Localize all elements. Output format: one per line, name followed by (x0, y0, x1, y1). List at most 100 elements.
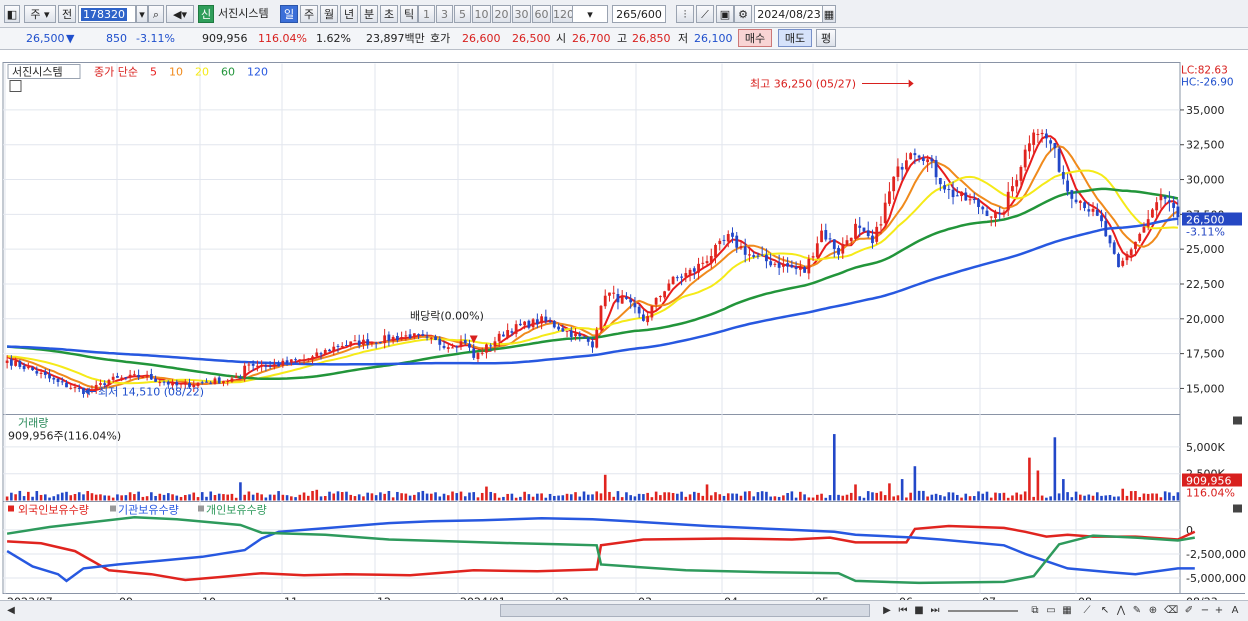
chart-type-icon[interactable]: ◧ (4, 5, 20, 23)
volume-bar (875, 492, 879, 501)
text-icon[interactable]: A (1228, 603, 1242, 618)
tab-period-1[interactable]: 주 (300, 5, 318, 23)
play-icon[interactable]: ▶ (880, 603, 894, 618)
candle-body (1011, 186, 1014, 192)
interval-button-30[interactable]: 30 (512, 5, 531, 23)
volume-bar (336, 491, 340, 501)
pen-icon[interactable]: ✐ (1182, 603, 1196, 618)
tab-period-3[interactable]: 년 (340, 5, 358, 23)
zoom-slider[interactable] (948, 610, 1018, 612)
candle-body (404, 335, 408, 337)
candle-body (260, 365, 264, 367)
interval-button-3[interactable]: 3 (436, 5, 453, 23)
candle-body (858, 225, 862, 228)
sin-badge: 신 (198, 5, 214, 23)
tab-period-2[interactable]: 월 (320, 5, 338, 23)
copy-icon[interactable]: ⧉ (1028, 603, 1042, 618)
volume-bar (311, 490, 314, 501)
legend-ma10: 10 (169, 66, 183, 79)
settings-gear-icon[interactable]: ⚙ (734, 5, 752, 23)
zoom-in-icon[interactable]: ⊕ (1146, 603, 1160, 618)
candle-body (828, 238, 832, 240)
stock-chart[interactable]: 2023/07091011122024/010203040506070808/2… (0, 50, 1248, 621)
scroll-left-icon[interactable]: ◀ (4, 603, 18, 618)
period-type-select[interactable]: 주 ▾ (24, 5, 56, 23)
volume-bar (425, 493, 429, 501)
tab-period-0[interactable]: 일 (280, 5, 298, 23)
candle-body (1167, 200, 1171, 203)
stop-icon[interactable]: ■ (912, 603, 926, 618)
line-tool-icon[interactable]: ⟋ (1080, 603, 1094, 618)
draw-tool-icon[interactable]: ⟋ (696, 5, 714, 23)
tab-period-4[interactable]: 분 (360, 5, 378, 23)
volume-bar (667, 492, 671, 501)
interval-select[interactable]: ▾ (572, 5, 608, 23)
candle-body (849, 237, 853, 242)
tab-period-6[interactable]: 틱 (400, 5, 418, 23)
candle-body (934, 160, 938, 178)
code-input[interactable]: 178320 (78, 5, 136, 23)
code-dropdown-icon[interactable]: ▾ (136, 5, 148, 23)
volume-bar (794, 497, 798, 501)
save-icon[interactable]: ▣ (716, 5, 734, 23)
sound-icon[interactable]: ◀▾ (166, 5, 194, 23)
candle-body (1023, 149, 1027, 168)
interval-button-1[interactable]: 1 (418, 5, 435, 23)
candle-body (1061, 171, 1065, 179)
interval-button-5[interactable]: 5 (454, 5, 471, 23)
minus-icon[interactable]: − (1198, 603, 1212, 618)
candle-body (323, 349, 327, 356)
volume-bar (179, 496, 183, 501)
candle-body (9, 359, 13, 366)
interval-button-10[interactable]: 10 (472, 5, 491, 23)
count-field[interactable]: 265/600 (612, 5, 666, 23)
candle-body (107, 379, 111, 385)
interval-button-20[interactable]: 20 (492, 5, 511, 23)
volume-bar (1163, 491, 1167, 501)
volume-bar (167, 493, 170, 501)
volume-bar (595, 491, 599, 501)
volume-bar (150, 492, 153, 501)
candle-body (866, 230, 870, 237)
volume-bar (332, 493, 336, 501)
forward-icon[interactable]: ⏭ (928, 603, 942, 618)
volume-bar (646, 492, 649, 501)
candle-body (1125, 254, 1129, 261)
candle-body (675, 277, 679, 279)
compare-button[interactable]: 전 (58, 5, 76, 23)
volume-bar (353, 496, 357, 501)
volume-bar (468, 492, 471, 501)
interval-button-60[interactable]: 60 (532, 5, 551, 23)
candle-body (1028, 143, 1031, 152)
volume-value: 909,956 (202, 32, 248, 45)
trend-icon[interactable]: ⋀ (1114, 603, 1128, 618)
window-icon[interactable]: ▭ (1044, 603, 1058, 618)
grid-icon[interactable]: ▦ (1060, 603, 1074, 618)
tab-period-5[interactable]: 초 (380, 5, 398, 23)
calendar-icon[interactable]: ▦ (822, 5, 836, 23)
eraser-icon[interactable]: ⌫ (1164, 603, 1178, 618)
interval-button-120[interactable]: 120 (552, 5, 574, 23)
plus-icon[interactable]: + (1212, 603, 1226, 618)
candle-toggle-icon[interactable]: ⫶ (676, 5, 694, 23)
volume-bar (637, 493, 641, 501)
cursor-icon[interactable]: ↖ (1098, 603, 1112, 618)
buy-button[interactable]: 매수 (738, 29, 772, 47)
volume-bar (786, 492, 789, 501)
search-icon[interactable]: ⌕ (148, 5, 164, 23)
candle-body (951, 189, 955, 198)
volume-bar (1146, 493, 1150, 501)
scroll-bar[interactable]: ◀ ▶ ⏮ ■ ⏭ ⧉ ▭ ▦ ⟋ ↖ ⋀ ✎ ⊕ ⌫ ✐ − + A (0, 600, 1248, 621)
rewind-icon[interactable]: ⏮ (896, 603, 910, 618)
date-field[interactable]: 2024/08/23 (754, 5, 824, 23)
sell-button[interactable]: 매도 (778, 29, 812, 47)
scroll-thumb[interactable] (500, 604, 870, 617)
eval-button[interactable]: 평 (816, 29, 836, 47)
brush-icon[interactable]: ✎ (1130, 603, 1144, 618)
candle-body (591, 341, 594, 348)
volume-bar (642, 494, 645, 501)
volume-bar (285, 495, 289, 501)
candle-body (1015, 180, 1019, 187)
volume-bar (116, 494, 119, 501)
low-label: 저 (678, 32, 689, 45)
